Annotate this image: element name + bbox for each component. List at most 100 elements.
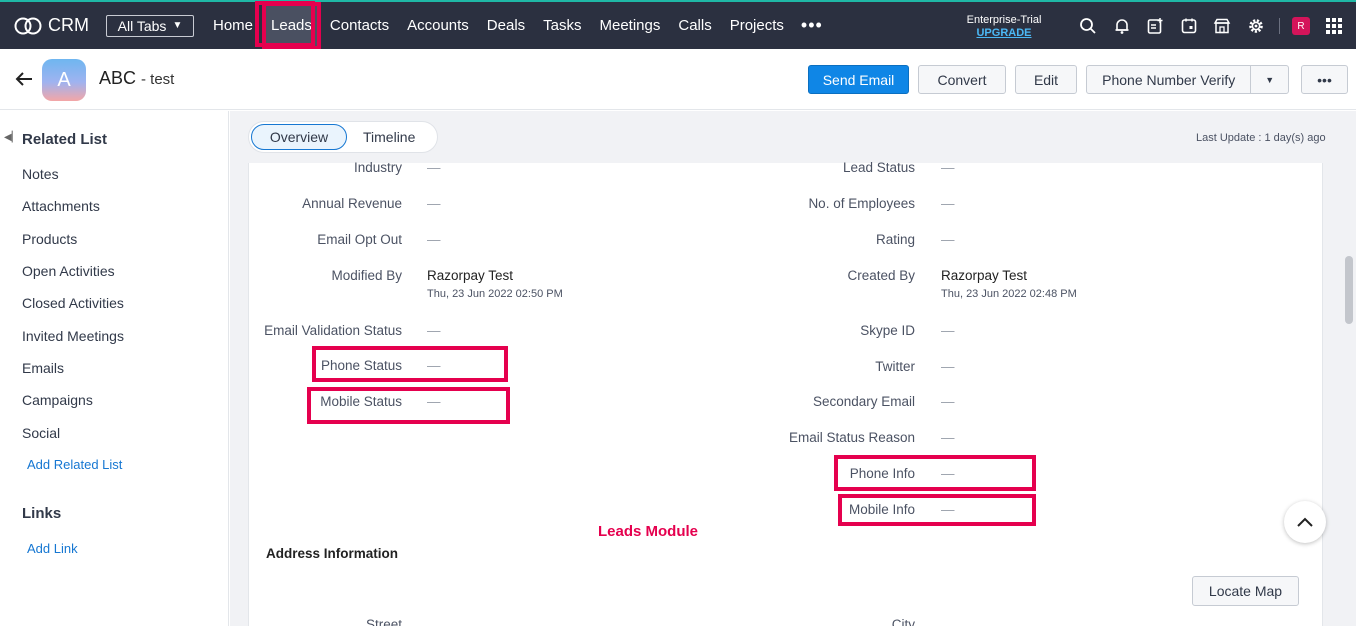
field-value-twitter[interactable]: —	[941, 359, 955, 374]
top-nav-bar: CRM All Tabs ▼ Home Leads Contacts Accou…	[0, 0, 1356, 50]
send-email-button[interactable]: Send Email	[808, 65, 909, 94]
sidebar-item-open-activities[interactable]: Open Activities	[22, 263, 115, 279]
tab-tasks[interactable]: Tasks	[534, 2, 590, 49]
tab-contacts[interactable]: Contacts	[321, 2, 398, 49]
field-value-annual-revenue[interactable]: —	[427, 196, 441, 211]
record-view-tabs: Overview Timeline	[248, 121, 438, 153]
sidebar-item-social[interactable]: Social	[22, 425, 60, 441]
back-arrow-icon[interactable]	[14, 69, 34, 94]
caret-down-icon: ▼	[172, 20, 183, 31]
tab-overview[interactable]: Overview	[251, 124, 347, 150]
more-tabs-button[interactable]: •••	[801, 15, 823, 36]
scrollbar-track[interactable]	[1339, 163, 1356, 626]
all-tabs-dropdown[interactable]: All Tabs ▼	[106, 14, 194, 37]
field-label-modified-by: Modified By	[331, 268, 402, 283]
field-label-street: Street	[365, 617, 402, 626]
tab-projects[interactable]: Projects	[721, 2, 793, 49]
tab-meetings[interactable]: Meetings	[591, 2, 670, 49]
add-related-list-link[interactable]: Add Related List	[27, 457, 122, 472]
highlight-box-leads-tab	[255, 1, 315, 47]
field-value-email-validation-status[interactable]: —	[427, 323, 441, 338]
more-actions-button[interactable]: •••	[1301, 65, 1348, 94]
search-icon[interactable]	[1078, 16, 1098, 36]
related-list-heading: Related List	[22, 131, 108, 148]
sidebar-item-notes[interactable]: Notes	[22, 166, 59, 182]
crm-logo-icon	[14, 17, 42, 34]
convert-button[interactable]: Convert	[918, 65, 1006, 94]
tab-accounts[interactable]: Accounts	[398, 2, 478, 49]
highlight-box-phone-info	[834, 455, 1036, 491]
nav-divider	[1279, 18, 1280, 34]
field-label-rating: Rating	[875, 232, 915, 247]
sidebar-item-invited-meetings[interactable]: Invited Meetings	[22, 328, 124, 344]
field-value-secondary-email[interactable]: —	[941, 394, 955, 409]
user-avatar[interactable]: R	[1292, 17, 1310, 35]
field-label-created-by: Created By	[847, 268, 915, 283]
bell-icon[interactable]	[1112, 16, 1132, 36]
upgrade-link[interactable]: UPGRADE	[958, 27, 1050, 39]
field-label-city: City	[891, 617, 915, 626]
collapse-sidebar-icon[interactable]: ◀▏	[4, 132, 19, 143]
tab-timeline[interactable]: Timeline	[363, 129, 415, 145]
field-value-skype-id[interactable]: —	[941, 323, 955, 338]
tab-home[interactable]: Home	[204, 2, 262, 49]
record-subtitle: - test	[141, 71, 175, 88]
record-header: A ABC - test Send Email Convert Edit Pho…	[0, 49, 1356, 110]
highlight-box-mobile-info	[838, 494, 1036, 526]
all-tabs-label: All Tabs	[117, 17, 167, 34]
crm-logo[interactable]: CRM	[14, 15, 89, 36]
logo-text: CRM	[48, 15, 89, 35]
phone-verify-label[interactable]: Phone Number Verify	[1087, 72, 1250, 88]
field-label-secondary-email: Secondary Email	[812, 394, 915, 409]
apps-grid-icon[interactable]	[1324, 16, 1344, 36]
sidebar-item-campaigns[interactable]: Campaigns	[22, 392, 93, 408]
trial-label: Enterprise-Trial	[966, 14, 1042, 26]
record-title: ABC	[99, 68, 137, 88]
field-label-no-of-employees: No. of Employees	[808, 196, 915, 211]
sidebar-item-products[interactable]: Products	[22, 231, 77, 247]
address-information-heading: Address Information	[266, 546, 399, 561]
field-value-rating[interactable]: —	[941, 232, 955, 247]
caret-down-icon[interactable]: ▼	[1251, 75, 1288, 85]
locate-map-button[interactable]: Locate Map	[1192, 576, 1299, 606]
sidebar-item-attachments[interactable]: Attachments	[22, 198, 100, 214]
links-heading: Links	[22, 505, 62, 522]
scrollbar-thumb[interactable]	[1345, 256, 1353, 324]
field-label-skype-id: Skype ID	[860, 323, 915, 338]
edit-button[interactable]: Edit	[1015, 65, 1077, 94]
field-value-modified-by[interactable]: Razorpay Test	[427, 268, 513, 283]
field-label-twitter: Twitter	[875, 359, 915, 374]
add-note-icon[interactable]	[1145, 16, 1165, 36]
field-label-email-status-reason: Email Status Reason	[788, 430, 915, 445]
highlight-box-phone-status	[312, 346, 508, 382]
sidebar-item-closed-activities[interactable]: Closed Activities	[22, 295, 124, 311]
scroll-to-top-button[interactable]	[1284, 501, 1326, 543]
record-avatar: A	[42, 59, 86, 101]
field-value-industry[interactable]: —	[427, 160, 441, 175]
field-value-email-status-reason[interactable]: —	[941, 430, 955, 445]
field-label-industry: Industry	[353, 160, 402, 175]
highlight-box-mobile-status	[307, 387, 510, 424]
marketplace-icon[interactable]	[1212, 16, 1232, 36]
chevron-up-icon	[1297, 517, 1313, 527]
field-label-annual-revenue: Annual Revenue	[302, 196, 402, 211]
field-value-lead-status[interactable]: —	[941, 160, 955, 175]
field-value-created-by[interactable]: Razorpay Test	[941, 268, 1027, 283]
related-list-sidebar: ◀▏ Related List Notes Attachments Produc…	[0, 111, 229, 626]
phone-verify-split-button[interactable]: Phone Number Verify ▼	[1086, 65, 1289, 94]
tab-deals[interactable]: Deals	[478, 2, 534, 49]
last-update-text: Last Update : 1 day(s) ago	[1196, 132, 1326, 144]
leads-module-annotation: Leads Module	[598, 523, 699, 540]
add-link-link[interactable]: Add Link	[27, 541, 78, 556]
field-label-email-validation-status: Email Validation Status	[264, 323, 402, 338]
field-value-email-opt-out[interactable]: —	[427, 232, 441, 247]
sidebar-item-emails[interactable]: Emails	[22, 360, 64, 376]
calendar-icon[interactable]	[1179, 16, 1199, 36]
field-label-email-opt-out: Email Opt Out	[317, 232, 402, 247]
top-icons: R	[1078, 16, 1356, 36]
field-value-created-time: Thu, 23 Jun 2022 02:48 PM	[941, 288, 1077, 300]
gear-icon[interactable]	[1246, 16, 1266, 36]
trial-badge: Enterprise-Trial UPGRADE	[958, 14, 1050, 39]
tab-calls[interactable]: Calls	[669, 2, 720, 49]
field-value-no-of-employees[interactable]: —	[941, 196, 955, 211]
